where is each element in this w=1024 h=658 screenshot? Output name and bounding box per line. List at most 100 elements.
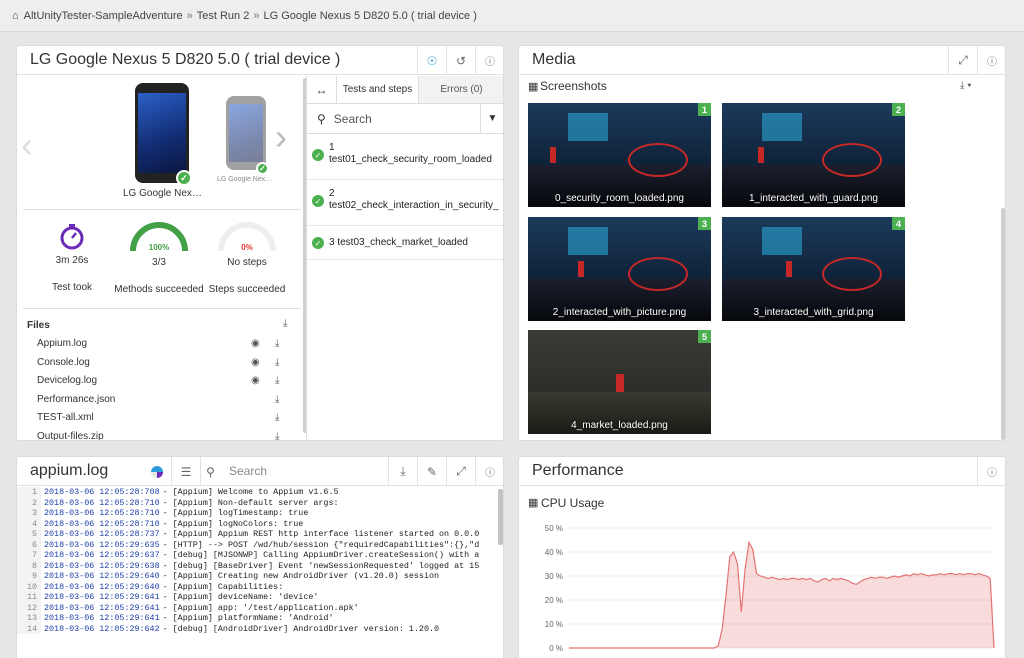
- screenshot-caption: 2_interacted_with_picture.png: [552, 307, 687, 318]
- fullscreen-icon[interactable]: ⤢: [446, 457, 475, 486]
- file-row[interactable]: TEST-all.xml ⤓: [37, 412, 297, 430]
- help-icon[interactable]: ⓘ: [977, 46, 1005, 75]
- test-item[interactable]: ✓ 3 test03_check_market_loaded: [307, 226, 503, 260]
- file-name[interactable]: Output-files.zip: [37, 431, 104, 440]
- media-scrollbar[interactable]: [1001, 208, 1005, 440]
- log-message: - [debug] [BaseDriver] Event 'newSession…: [162, 560, 480, 571]
- file-row[interactable]: Appium.log ◉ ⤓: [37, 338, 297, 356]
- device-image-selected[interactable]: [135, 83, 189, 183]
- log-panel: appium.log ☰ ⚲ Search ⤓ ✎ ⤢ ⓘ 1 2018-03-0…: [16, 456, 504, 658]
- download-icon[interactable]: ⤓: [275, 375, 279, 386]
- view-eye-icon[interactable]: ◉: [251, 338, 260, 349]
- expand-toggle-icon[interactable]: ↔: [307, 76, 337, 103]
- breadcrumb-project[interactable]: AltUnityTester-SampleAdventure: [24, 10, 183, 22]
- view-eye-icon[interactable]: ◉: [251, 357, 260, 368]
- gauge-percent: 0%: [241, 243, 253, 252]
- log-title: appium.log: [30, 462, 109, 479]
- download-all-icon[interactable]: ⤓: [283, 318, 287, 329]
- log-search-input[interactable]: Search: [229, 464, 267, 478]
- methods-gauge: 100%: [130, 222, 188, 252]
- media-panel: Media ⤢ ⓘ ▦ Screenshots ⤓ ▾ 1 0_security_…: [518, 45, 1006, 441]
- file-name[interactable]: Devicelog.log: [37, 375, 97, 386]
- log-message: - [Appium] platformName: 'Android': [162, 613, 334, 623]
- media-title: Media: [532, 51, 576, 68]
- home-icon[interactable]: ⌂: [12, 10, 19, 22]
- screenshot-caption: 3_interacted_with_grid.png: [753, 307, 874, 318]
- list-icon[interactable]: ☰: [171, 457, 200, 486]
- file-name[interactable]: TEST-all.xml: [37, 412, 94, 423]
- file-row[interactable]: Output-files.zip ⤓: [37, 431, 297, 440]
- breadcrumb-separator: »: [253, 9, 260, 22]
- device-image-secondary[interactable]: [226, 96, 266, 170]
- download-icon[interactable]: ⤓: [275, 431, 279, 440]
- carousel-next-arrow[interactable]: ›: [275, 116, 287, 158]
- carousel-prev-arrow[interactable]: ‹: [21, 124, 33, 166]
- log-content[interactable]: 1 2018-03-06 12:05:28:708- [Appium] Welco…: [17, 487, 503, 657]
- download-icon[interactable]: ⤓: [275, 394, 279, 405]
- refresh-icon[interactable]: ↺: [446, 46, 475, 75]
- screenshot-scene: [762, 227, 802, 255]
- help-icon[interactable]: ⓘ: [977, 457, 1005, 486]
- test-name: test02_check_interaction_in_security_roo…: [329, 200, 499, 211]
- line-number: 3: [17, 508, 41, 519]
- screenshot-caption: 1_interacted_with_guard.png: [749, 193, 878, 204]
- download-icon[interactable]: ⤓: [275, 357, 279, 368]
- device-panel: LG Google Nexus 5 D820 5.0 ( trial devic…: [16, 45, 504, 441]
- file-row[interactable]: Performance.json ⤓: [37, 394, 297, 412]
- screenshot-thumbnail[interactable]: 3 2_interacted_with_picture.png: [528, 217, 711, 321]
- tests-search: ⚲ Search ▼: [307, 103, 503, 134]
- test-item[interactable]: ✓ 2test02_check_interaction_in_security_r…: [307, 180, 503, 226]
- device-name[interactable]: LG Google Nexus ...: [217, 176, 275, 183]
- theme-icon[interactable]: [142, 457, 171, 486]
- stat-steps: 0% No steps Steps succeeded: [202, 219, 292, 295]
- file-name[interactable]: Appium.log: [37, 338, 87, 349]
- tests-search-input[interactable]: Search: [334, 112, 464, 126]
- y-tick-label: 50 %: [545, 524, 563, 533]
- file-row[interactable]: Devicelog.log ◉ ⤓: [37, 375, 297, 393]
- image-icon: ▦: [528, 81, 539, 93]
- download-icon[interactable]: ⤓: [388, 457, 417, 486]
- cpu-usage-chart: 50 % 40 % 30 % 20 % 10 % 0 %: [545, 524, 995, 653]
- line-number: 7: [17, 550, 41, 561]
- screenshot-thumbnail[interactable]: 5 4_market_loaded.png: [528, 330, 711, 434]
- tab-errors[interactable]: Errors (0): [419, 76, 503, 103]
- fullscreen-icon[interactable]: ⤢: [948, 46, 977, 75]
- log-timestamp: 2018-03-06 12:05:29:640: [44, 581, 160, 592]
- log-timestamp: 2018-03-06 12:05:29:637: [44, 550, 160, 560]
- log-scrollbar[interactable]: [498, 489, 503, 545]
- file-name[interactable]: Console.log: [37, 357, 90, 368]
- tests-tabs: ↔ Tests and steps Errors (0): [307, 76, 503, 104]
- brush-icon[interactable]: ✎: [417, 457, 446, 486]
- log-line: 5 2018-03-06 12:05:28:737- [Appium] Appiu…: [17, 529, 503, 540]
- cpu-icon: ▦: [528, 497, 539, 509]
- file-name[interactable]: Performance.json: [37, 394, 115, 405]
- log-timestamp: 2018-03-06 12:05:29:638: [44, 560, 160, 571]
- screenshot-thumbnail[interactable]: 4 3_interacted_with_grid.png: [722, 217, 905, 321]
- breadcrumb-test-run[interactable]: Test Run 2: [197, 10, 250, 22]
- tab-tests-and-steps[interactable]: Tests and steps: [337, 76, 419, 103]
- screenshot-scene: [822, 257, 882, 291]
- stat-value: 3/3: [152, 257, 166, 268]
- help-icon[interactable]: ⓘ: [475, 457, 503, 486]
- download-icon[interactable]: ⤓: [275, 412, 279, 423]
- view-eye-icon[interactable]: ◉: [251, 375, 260, 386]
- screenshot-number-badge: 4: [892, 217, 905, 230]
- log-line: 4 2018-03-06 12:05:28:710- [Appium] logNo…: [17, 518, 503, 529]
- stat-label: Methods succeeded: [114, 284, 204, 295]
- filter-icon[interactable]: ▼: [480, 103, 503, 134]
- test-item[interactable]: ✓ 1 test01_check_security_room_loaded: [307, 134, 503, 180]
- download-icon[interactable]: ⤓: [275, 338, 279, 349]
- download-screenshots-icon[interactable]: ⤓ ▾: [960, 80, 971, 91]
- screenshot-scene: [762, 113, 802, 141]
- chart-title: CPU Usage: [541, 496, 605, 510]
- log-message: - [Appium] Welcome to Appium v1.6.5: [162, 487, 339, 497]
- file-row[interactable]: Console.log ◉ ⤓: [37, 357, 297, 375]
- screenshot-thumbnail[interactable]: 2 1_interacted_with_guard.png: [722, 103, 905, 207]
- log-message: - [Appium] app: '/test/application.apk': [162, 602, 359, 613]
- help-icon[interactable]: ⓘ: [475, 46, 503, 75]
- screenshot-thumbnail[interactable]: 1 0_security_room_loaded.png: [528, 103, 711, 207]
- device-success-check-icon: ✓: [256, 162, 269, 175]
- log-line: 1 2018-03-06 12:05:28:708- [Appium] Welco…: [17, 487, 503, 498]
- info-icon[interactable]: ☉: [417, 46, 446, 75]
- device-name[interactable]: LG Google Nexus ...: [123, 188, 205, 199]
